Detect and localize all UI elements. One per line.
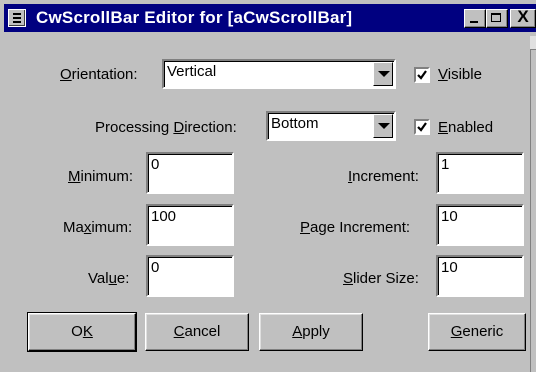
title-bar[interactable]: CwScrollBar Editor for [aCwScrollBar] X	[4, 4, 536, 32]
chevron-down-icon	[378, 123, 390, 129]
maximize-button[interactable]	[486, 9, 508, 28]
processing-direction-dropdown-button[interactable]	[373, 114, 393, 138]
page-increment-input[interactable]: 10	[436, 204, 524, 246]
processing-direction-value: Bottom	[271, 115, 319, 132]
system-menu-icon[interactable]	[8, 9, 26, 27]
close-button[interactable]: X	[510, 7, 536, 28]
cancel-button[interactable]: Cancel	[145, 313, 249, 351]
visible-label[interactable]: Visible	[438, 66, 482, 84]
orientation-dropdown-button[interactable]	[373, 62, 393, 86]
window-title: CwScrollBar Editor for [aCwScrollBar]	[36, 8, 353, 27]
value-input[interactable]: 0	[146, 255, 234, 297]
minimum-input[interactable]: 0	[146, 152, 234, 194]
processing-direction-combo[interactable]: Bottom	[266, 111, 396, 141]
apply-button[interactable]: Apply	[259, 313, 363, 351]
orientation-combo[interactable]: Vertical	[162, 59, 396, 89]
minimize-button[interactable]	[464, 9, 486, 28]
increment-label: Increment:	[348, 168, 419, 185]
ok-button[interactable]: OK	[27, 312, 137, 352]
maximum-label: Maximum:	[63, 219, 133, 236]
scrollbar-thumb[interactable]	[530, 36, 536, 50]
orientation-value: Vertical	[167, 63, 217, 80]
check-icon	[417, 70, 427, 80]
minimize-icon	[470, 21, 478, 23]
slider-size-label: Slider Size:	[343, 270, 419, 287]
enabled-checkbox[interactable]	[414, 119, 430, 135]
editor-window: CwScrollBar Editor for [aCwScrollBar] X …	[0, 0, 536, 372]
enabled-label[interactable]: Enabled	[438, 119, 493, 137]
processing-direction-label: Processing Direction:	[95, 119, 237, 136]
page-increment-label: Page Increment:	[300, 219, 411, 236]
visible-checkbox[interactable]	[414, 67, 430, 83]
check-icon	[417, 122, 427, 132]
generic-button[interactable]: Generic	[428, 313, 526, 351]
slider-size-input[interactable]: 10	[436, 255, 524, 297]
value-label: Value:	[88, 270, 130, 287]
maximum-input[interactable]: 100	[146, 204, 234, 246]
maximize-icon	[491, 13, 501, 22]
increment-input[interactable]: 1	[436, 152, 524, 194]
orientation-label: Orientation:	[60, 66, 138, 83]
scrollbar[interactable]	[530, 36, 536, 372]
close-icon: X	[517, 7, 529, 26]
chevron-down-icon	[378, 71, 390, 77]
minimum-label: Minimum:	[68, 168, 134, 185]
